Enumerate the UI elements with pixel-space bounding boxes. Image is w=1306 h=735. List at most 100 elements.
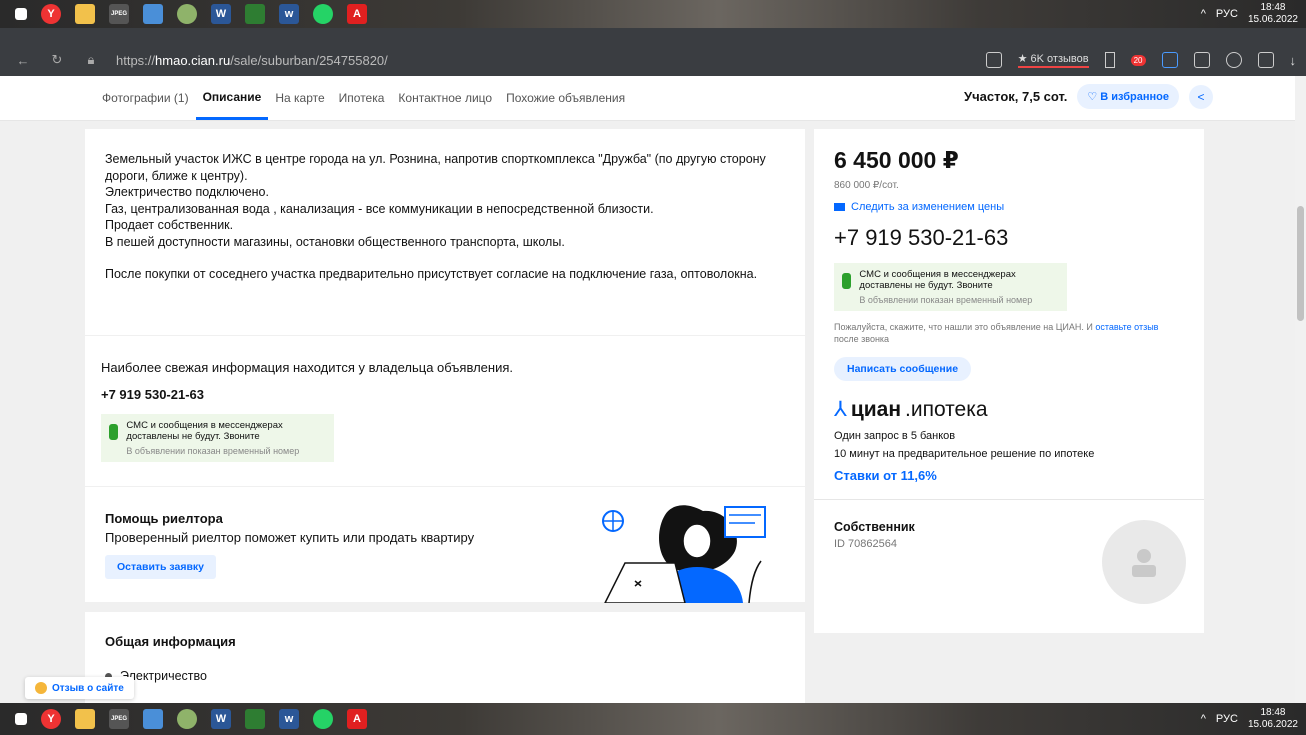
jpeg-viewer-icon[interactable]: JPEG: [109, 709, 129, 729]
description-line: Электричество подключено.: [105, 185, 269, 199]
file-explorer-icon[interactable]: [75, 4, 95, 24]
description-line: После покупки от соседнего участка предв…: [105, 267, 758, 281]
subnav-actions: Участок, 7,5 сот. ♡ В избранное <: [964, 84, 1213, 109]
extension-icon[interactable]: [1161, 52, 1178, 68]
media-icon[interactable]: [245, 4, 265, 24]
write-message-button[interactable]: Написать сообщение: [834, 357, 972, 381]
phone-icon: [109, 424, 119, 440]
chat-icon[interactable]: [1257, 52, 1274, 68]
back-arrow-icon[interactable]: ←: [12, 53, 34, 68]
tab-similar[interactable]: Похожие объявления: [499, 76, 632, 120]
chevron-up-icon[interactable]: ^: [1201, 713, 1206, 725]
tab-map[interactable]: На карте: [268, 76, 331, 120]
share-icon[interactable]: <: [1189, 84, 1213, 109]
jpeg-viewer-icon[interactable]: JPEG: [109, 4, 129, 24]
general-info-title: Общая информация: [105, 634, 236, 649]
feedback-label: Отзыв о сайте: [52, 682, 124, 694]
general-info-item: Электричество: [105, 669, 785, 683]
system-tray: ^ РУС 18:48 15.06.2022: [1201, 0, 1298, 28]
ipoteka-line: 10 минут на предварительное решение по и…: [834, 448, 1095, 460]
watch-price-link[interactable]: Следить за изменением цены: [834, 201, 1184, 213]
ipoteka-rate-link[interactable]: Ставки от 11,6%: [834, 468, 1184, 483]
tab-contact[interactable]: Контактное лицо: [391, 76, 499, 120]
cian-ipoteka-logo[interactable]: ⅄ циан .ипотека: [834, 397, 1184, 422]
sber-icon[interactable]: [1225, 52, 1242, 68]
sms-warning-note: В объявлении показан временный номер: [126, 446, 300, 456]
whatsapp-icon[interactable]: [313, 4, 333, 24]
site-feedback-button[interactable]: Отзыв о сайте: [25, 677, 134, 699]
cian-logo-icon: ⅄: [834, 398, 847, 421]
sms-warning-title: СМС и сообщения в мессенджерах доставлен…: [126, 420, 283, 442]
price: 6 450 000 ₽: [834, 147, 959, 173]
paint-icon[interactable]: [177, 709, 197, 729]
media-icon[interactable]: [245, 709, 265, 729]
sms-warning-title: СМС и сообщения в мессенджерах доставлен…: [859, 269, 1016, 291]
leave-review-link[interactable]: оставьте отзыв: [1095, 322, 1158, 332]
paint-icon[interactable]: [177, 4, 197, 24]
user-icon: [1132, 549, 1156, 577]
add-to-favorites-button[interactable]: ♡ В избранное: [1077, 84, 1179, 109]
sidebar-sms-warning: СМС и сообщения в мессенджерах доставлен…: [834, 263, 1067, 311]
browser-tabstrip: [0, 28, 1306, 44]
description-card: Земельный участок ИЖС в центре города на…: [85, 129, 805, 335]
avatar: [1102, 520, 1186, 604]
adblock-badge[interactable]: 20: [1130, 54, 1146, 66]
tab-mortgage[interactable]: Ипотека: [332, 76, 392, 120]
file-explorer-icon[interactable]: [75, 709, 95, 729]
windows-start-icon[interactable]: [15, 713, 27, 725]
time-label: 18:48: [1260, 2, 1286, 13]
envelope-icon: [834, 203, 845, 211]
address-bar[interactable]: https://hmao.cian.ru/sale/suburban/25475…: [116, 53, 388, 68]
listing-title: Участок, 7,5 сот.: [964, 89, 1068, 104]
acrobat-icon[interactable]: A: [347, 709, 367, 729]
language-indicator[interactable]: РУС: [1216, 8, 1238, 20]
leave-request-button[interactable]: Оставить заявку: [105, 555, 217, 579]
reload-icon[interactable]: ↻: [46, 52, 68, 68]
url-path: /sale/suburban/254755820/: [230, 52, 388, 68]
description-line: [105, 250, 785, 266]
clock[interactable]: 18:48 15.06.2022: [1248, 2, 1298, 26]
reviews-link[interactable]: ★ 6K отзывов: [1017, 52, 1089, 68]
windows-start-icon[interactable]: [15, 8, 27, 20]
chevron-up-icon[interactable]: ^: [1201, 8, 1206, 20]
price-per-sotka: 860 000 ₽/сот.: [834, 180, 899, 191]
owner-phone[interactable]: +7 919 530-21-63: [101, 387, 789, 402]
description-line: Газ, централизованная вода , канализация…: [105, 201, 654, 216]
reader-icon[interactable]: [1193, 52, 1210, 68]
browser-toolbar: ← ↻ 🔒︎ https://hmao.cian.ru/sale/suburba…: [0, 44, 1306, 76]
page-scrollbar[interactable]: [1295, 76, 1306, 703]
watch-price-label: Следить за изменением цены: [851, 201, 1005, 213]
taskbar-top: Y JPEG W w A ^ РУС 18:48 15.06.2022: [0, 0, 1306, 28]
section-tabs: Фотографии (1) Описание На карте Ипотека…: [95, 76, 632, 120]
fresh-info-text: Наиболее свежая информация находится у в…: [101, 360, 513, 375]
lock-icon: 🔒︎: [87, 52, 95, 67]
whatsapp-icon[interactable]: [313, 709, 333, 729]
browser-extensions: ★ 6K отзывов 20 ↓: [985, 44, 1297, 76]
clock[interactable]: 18:48 15.06.2022: [1248, 707, 1298, 731]
word-doc-icon[interactable]: w: [279, 4, 299, 24]
tab-description[interactable]: Описание: [195, 76, 269, 120]
scrollbar-thumb[interactable]: [1297, 206, 1304, 321]
sms-warning: СМС и сообщения в мессенджерах доставлен…: [101, 414, 334, 462]
protect-icon[interactable]: [985, 52, 1002, 68]
app-icon[interactable]: [143, 4, 163, 24]
sidebar-phone[interactable]: +7 919 530-21-63: [834, 225, 1184, 251]
price-block: 6 450 000 ₽ 860 000 ₽/сот. Следить за из…: [814, 129, 1204, 499]
word-icon[interactable]: W: [211, 709, 231, 729]
acrobat-icon[interactable]: A: [347, 4, 367, 24]
word-icon[interactable]: W: [211, 4, 231, 24]
tab-photos[interactable]: Фотографии (1): [95, 76, 196, 120]
yandex-browser-icon[interactable]: Y: [41, 709, 61, 729]
word-doc-icon[interactable]: w: [279, 709, 299, 729]
description-line: Земельный участок ИЖС в центре города на…: [105, 152, 766, 183]
date-label: 15.06.2022: [1247, 719, 1298, 730]
app-icon[interactable]: [143, 709, 163, 729]
language-indicator[interactable]: РУС: [1216, 713, 1238, 725]
yandex-browser-icon[interactable]: Y: [41, 4, 61, 24]
bookmark-icon[interactable]: [1104, 52, 1115, 68]
page-viewport: Фотографии (1) Описание На карте Ипотека…: [0, 76, 1295, 703]
download-icon[interactable]: ↓: [1290, 53, 1297, 68]
sms-warning-note: В объявлении показан временный номер: [859, 295, 1033, 305]
description-line: Продает собственник.: [105, 218, 234, 232]
owner-block: Собственник ID 70862564: [814, 499, 1204, 633]
